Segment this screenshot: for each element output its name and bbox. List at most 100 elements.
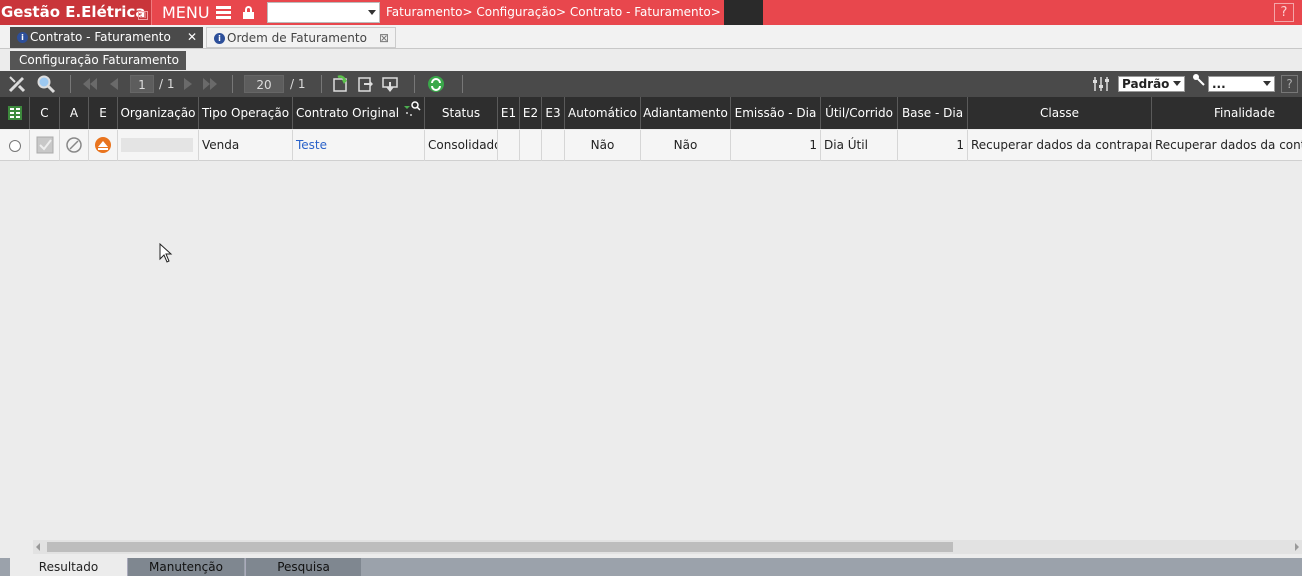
page-total: / 1 xyxy=(159,77,175,91)
page-input[interactable]: 1 xyxy=(130,75,154,93)
column-header-organizacao[interactable]: Organização xyxy=(118,97,199,129)
cell-tipo-operacao: Venda xyxy=(199,130,293,161)
tab-pesquisa[interactable]: Pesquisa xyxy=(245,558,361,576)
page-size-input[interactable]: 20 xyxy=(244,75,284,93)
tab-resultado[interactable]: Resultado xyxy=(10,558,127,576)
tab-manutencao[interactable]: Manutenção xyxy=(127,558,244,576)
download-icon[interactable] xyxy=(380,74,400,94)
subtab-configuracao-faturamento[interactable]: Configuração Faturamento xyxy=(10,51,186,70)
previous-page-icon[interactable] xyxy=(104,74,124,94)
close-icon[interactable]: ⊠ xyxy=(379,28,389,49)
toolbar-separator xyxy=(414,75,415,93)
tab-ordem-faturamento[interactable]: i Ordem de Faturamento ⊠ xyxy=(206,27,396,48)
column-settings-icon[interactable] xyxy=(1091,74,1111,94)
row-cancel-cell[interactable] xyxy=(60,130,89,161)
column-header-tipo-operacao[interactable]: Tipo Operação xyxy=(199,97,293,129)
checkbox-disabled-icon xyxy=(36,136,53,154)
cancel-circle-icon xyxy=(66,137,82,153)
column-header-adiantamento[interactable]: Adiantamento xyxy=(641,97,731,129)
horizontal-scrollbar[interactable] xyxy=(33,540,1302,554)
cell-e1 xyxy=(498,130,520,161)
mouse-cursor-icon xyxy=(159,243,173,263)
edit-circle-icon xyxy=(95,137,111,153)
column-header-status[interactable]: Status xyxy=(425,97,498,129)
environment-select[interactable] xyxy=(267,2,380,23)
column-header-emissao-dia[interactable]: Emissão - Dia xyxy=(731,97,821,129)
breadcrumb[interactable]: Faturamento> Configuração> Contrato - Fa… xyxy=(386,0,721,25)
grid-toolbar: 1 / 1 20 / 1 Padrão ... ? xyxy=(0,71,1302,97)
export-icon[interactable] xyxy=(355,74,375,94)
tab-bar: i Contrato - Faturamento ✕ i Ordem de Fa… xyxy=(0,25,1302,49)
column-header-util-corrido[interactable]: Útil/Corrido xyxy=(821,97,898,129)
bottom-tab-bar: Resultado Manutenção Pesquisa xyxy=(0,558,1302,576)
toolbar-separator xyxy=(70,75,71,93)
reload-icon[interactable] xyxy=(426,74,446,94)
cell-adiantamento: Não xyxy=(641,130,731,161)
column-header-e[interactable]: E xyxy=(89,97,118,129)
scroll-right-icon[interactable] xyxy=(1295,543,1299,551)
row-select-radio[interactable] xyxy=(0,130,30,161)
help-button[interactable]: ? xyxy=(1274,3,1294,22)
column-header-base-dia[interactable]: Base - Dia xyxy=(898,97,968,129)
menu-button[interactable]: MENU xyxy=(156,0,236,25)
row-edit-cell[interactable] xyxy=(89,130,118,161)
close-icon[interactable]: ✕ xyxy=(187,27,197,48)
table-row[interactable]: Venda Teste Consolidado Não Não 1 Dia Út… xyxy=(0,130,1302,161)
last-page-icon[interactable] xyxy=(200,74,220,94)
toolbar-help-button[interactable]: ? xyxy=(1281,75,1298,93)
cell-base-dia: 1 xyxy=(898,130,968,161)
chevron-down-icon xyxy=(368,10,376,15)
chevron-down-icon xyxy=(1263,81,1271,86)
info-icon: i xyxy=(214,33,225,44)
page-size-total: / 1 xyxy=(290,77,306,91)
scrollbar-thumb[interactable] xyxy=(47,542,953,552)
key-icon xyxy=(1193,74,1205,86)
cell-e2 xyxy=(520,130,542,161)
info-icon: i xyxy=(17,32,28,43)
grid-header: C A E Organização Tipo Operação Contrato… xyxy=(0,97,1302,129)
cell-classe: Recuperar dados da contraparte xyxy=(968,130,1152,161)
filter-select[interactable]: ... xyxy=(1208,76,1275,92)
cell-organizacao-value xyxy=(121,138,193,152)
row-check-cell[interactable] xyxy=(30,130,60,161)
toolbar-separator xyxy=(232,75,233,93)
brand-title: Gestão E.Elétrica xyxy=(1,3,146,21)
tab-contrato-faturamento[interactable]: i Contrato - Faturamento ✕ xyxy=(10,27,203,48)
column-header-finalidade[interactable]: Finalidade xyxy=(1152,97,1302,129)
breadcrumb-end-block xyxy=(724,0,763,25)
brand-logo[interactable]: Gestão E.Elétrica □ xyxy=(0,0,152,25)
scroll-left-icon[interactable] xyxy=(36,543,40,551)
next-page-icon[interactable] xyxy=(178,74,198,94)
grid-config-icon xyxy=(7,106,22,120)
column-header-e3[interactable]: E3 xyxy=(542,97,565,129)
tools-icon[interactable] xyxy=(7,74,27,94)
window-restore-icon[interactable]: □ xyxy=(138,11,148,20)
first-page-icon[interactable] xyxy=(80,74,100,94)
cell-util-corrido: Dia Útil xyxy=(821,130,898,161)
grid-settings-header[interactable] xyxy=(0,97,30,129)
hamburger-icon xyxy=(216,6,231,19)
toolbar-separator xyxy=(462,75,463,93)
column-header-a[interactable]: A xyxy=(60,97,89,129)
lookup-search-icon[interactable] xyxy=(401,100,421,120)
cell-automatico: Não xyxy=(565,130,641,161)
filter-select-value: ... xyxy=(1212,77,1226,91)
column-header-automatico[interactable]: Automático xyxy=(565,97,641,129)
top-bar: Gestão E.Elétrica □ MENU Faturamento> Co… xyxy=(0,0,1302,25)
column-header-label: Contrato Original xyxy=(296,106,400,120)
column-header-c[interactable]: C xyxy=(30,97,60,129)
lock-icon[interactable] xyxy=(243,6,254,19)
view-select[interactable]: Padrão xyxy=(1118,76,1185,92)
toolbar-separator xyxy=(321,75,322,93)
cell-status: Consolidado xyxy=(425,130,498,161)
column-header-classe[interactable]: Classe xyxy=(968,97,1152,129)
refresh-grid-icon[interactable] xyxy=(330,74,350,94)
search-icon[interactable] xyxy=(36,74,56,94)
column-header-e2[interactable]: E2 xyxy=(520,97,542,129)
cell-contrato-original-link[interactable]: Teste xyxy=(293,130,425,161)
menu-label: MENU xyxy=(162,3,210,22)
column-header-e1[interactable]: E1 xyxy=(498,97,520,129)
column-header-contrato-original[interactable]: Contrato Original xyxy=(293,97,425,129)
tab-label: Ordem de Faturamento xyxy=(227,31,367,45)
cell-e3 xyxy=(542,130,565,161)
